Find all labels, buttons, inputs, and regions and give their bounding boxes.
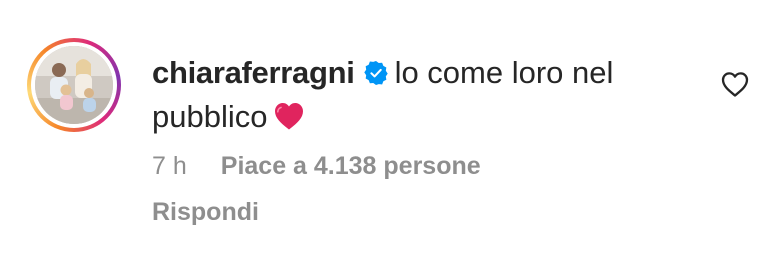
story-ring[interactable] xyxy=(27,38,121,132)
red-heart-emoji-icon xyxy=(275,103,304,130)
username-link[interactable]: chiaraferragni xyxy=(152,55,355,90)
comment-meta: 7 h Piace a 4.138 persone xyxy=(152,152,481,181)
verified-badge-icon xyxy=(363,60,388,86)
profile-photo xyxy=(35,46,113,124)
comment: chiaraferragni lo come loro nel pubblico… xyxy=(0,0,767,266)
avatar[interactable] xyxy=(35,46,113,124)
comment-text-line-2: pubblico xyxy=(152,99,268,134)
likes-count-link[interactable]: Piace a 4.138 persone xyxy=(221,152,481,181)
timestamp[interactable]: 7 h xyxy=(152,152,187,181)
heart-outline-icon[interactable] xyxy=(720,70,750,98)
reply-button[interactable]: Rispondi xyxy=(152,198,259,227)
comment-text-line-1: lo come loro nel xyxy=(394,55,614,90)
comment-body: chiaraferragni lo come loro nel pubblico xyxy=(152,51,692,139)
